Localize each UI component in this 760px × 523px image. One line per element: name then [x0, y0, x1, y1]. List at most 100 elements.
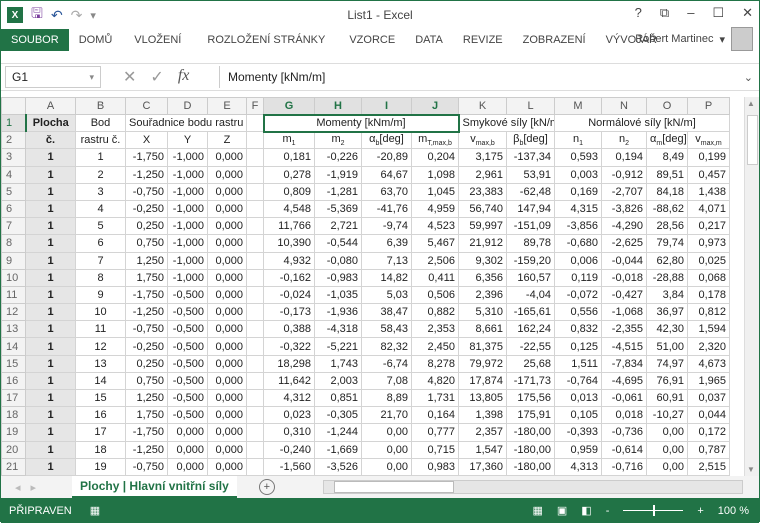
- cell-D9[interactable]: -1,000: [167, 251, 208, 270]
- cell-K10[interactable]: 6,356: [458, 268, 507, 287]
- cell-E6[interactable]: 0,000: [207, 199, 247, 219]
- cell-J5[interactable]: 1,045: [411, 182, 459, 201]
- cell-F4[interactable]: [246, 165, 264, 184]
- cell-G15[interactable]: 18,298: [263, 354, 315, 373]
- row-header-11[interactable]: 11: [1, 285, 26, 305]
- cell-E7[interactable]: 0,000: [207, 217, 247, 236]
- cell-F6[interactable]: [246, 199, 264, 219]
- cell-O10[interactable]: -28,88: [646, 268, 688, 287]
- column-header-D[interactable]: D: [167, 97, 208, 115]
- subheader-J[interactable]: mT,max,b: [411, 131, 459, 150]
- cell-N5[interactable]: -2,707: [601, 182, 647, 201]
- cell-E17[interactable]: 0,000: [207, 388, 247, 408]
- redo-icon[interactable]: ↷: [71, 7, 83, 24]
- row-header-1[interactable]: 1: [1, 113, 27, 133]
- cell-D14[interactable]: -0,500: [167, 337, 208, 356]
- cell-N21[interactable]: -0,716: [601, 457, 647, 476]
- cell-A16[interactable]: 1: [25, 371, 76, 391]
- subheader-I[interactable]: αb[deg]: [361, 131, 412, 150]
- cell-N18[interactable]: 0,018: [601, 406, 647, 425]
- column-header-N[interactable]: N: [601, 97, 647, 115]
- cell-J8[interactable]: 5,467: [411, 234, 459, 253]
- cell-N11[interactable]: -0,427: [601, 285, 647, 305]
- cell-C3[interactable]: -1,750: [125, 148, 168, 167]
- cell-M20[interactable]: 0,959: [554, 440, 602, 459]
- cell-P14[interactable]: 2,320: [687, 337, 730, 356]
- cell-P4[interactable]: 0,457: [687, 165, 730, 184]
- cell-I20[interactable]: 0,00: [361, 440, 412, 459]
- cell-P15[interactable]: 4,673: [687, 354, 730, 373]
- cell-A12[interactable]: 1: [25, 303, 76, 322]
- cell-M10[interactable]: 0,119: [554, 268, 602, 287]
- cell-N4[interactable]: -0,912: [601, 165, 647, 184]
- cell-B6[interactable]: 4: [75, 199, 126, 219]
- cell-M8[interactable]: -0,680: [554, 234, 602, 253]
- cell-M7[interactable]: -3,856: [554, 217, 602, 236]
- scroll-up-icon[interactable]: ▲: [747, 99, 755, 108]
- close-button[interactable]: ✕: [742, 5, 753, 21]
- row-header-10[interactable]: 10: [1, 268, 26, 287]
- cell-N19[interactable]: -0,736: [601, 423, 647, 442]
- cell-L5[interactable]: -62,48: [506, 182, 555, 201]
- cell-J10[interactable]: 0,411: [411, 268, 459, 287]
- cell-G7[interactable]: 11,766: [263, 217, 315, 236]
- cell-B20[interactable]: 18: [75, 440, 126, 459]
- cell-L7[interactable]: -151,09: [506, 217, 555, 236]
- cell-L16[interactable]: -171,73: [506, 371, 555, 391]
- sheet-nav-arrows-icon[interactable]: ◂▸: [15, 481, 46, 494]
- cell-L17[interactable]: 175,56: [506, 388, 555, 408]
- cell-N16[interactable]: -4,695: [601, 371, 647, 391]
- cell-K19[interactable]: 2,357: [458, 423, 507, 442]
- cell-O17[interactable]: 60,91: [646, 388, 688, 408]
- cell-H9[interactable]: -0,080: [314, 251, 362, 270]
- zoom-level[interactable]: 100 %: [718, 505, 749, 517]
- subheader-M[interactable]: n1: [554, 131, 602, 150]
- cell-H4[interactable]: -1,919: [314, 165, 362, 184]
- cell-L6[interactable]: 147,94: [506, 199, 555, 219]
- cell-L19[interactable]: -180,00: [506, 423, 555, 442]
- cell-C6[interactable]: -0,250: [125, 199, 168, 219]
- cell-I19[interactable]: 0,00: [361, 423, 412, 442]
- row-header-12[interactable]: 12: [1, 303, 26, 322]
- cell-P16[interactable]: 1,965: [687, 371, 730, 391]
- cell-I6[interactable]: -41,76: [361, 199, 412, 219]
- cell-M14[interactable]: 0,125: [554, 337, 602, 356]
- header-cell-M[interactable]: Normálové síly [kN/m]: [554, 113, 730, 133]
- cell-N8[interactable]: -2,625: [601, 234, 647, 253]
- cell-O6[interactable]: -88,62: [646, 199, 688, 219]
- header-cell-G[interactable]: Momenty [kNm/m]: [262, 113, 460, 133]
- subheader-G[interactable]: m1: [263, 131, 315, 150]
- cell-A18[interactable]: 1: [25, 406, 76, 425]
- customize-toolbar-icon[interactable]: ▾: [90, 9, 96, 22]
- cell-I21[interactable]: 0,00: [361, 457, 412, 476]
- cell-F13[interactable]: [246, 320, 264, 339]
- cell-L3[interactable]: -137,34: [506, 148, 555, 167]
- row-header-8[interactable]: 8: [1, 234, 26, 253]
- cell-I17[interactable]: 8,89: [361, 388, 412, 408]
- cell-C16[interactable]: 0,750: [125, 371, 168, 391]
- cancel-icon[interactable]: ✕: [123, 67, 136, 87]
- cell-E11[interactable]: 0,000: [207, 285, 247, 305]
- cell-F10[interactable]: [246, 268, 264, 287]
- subheader-H[interactable]: m2: [314, 131, 362, 150]
- cell-D7[interactable]: -1,000: [167, 217, 208, 236]
- cell-K9[interactable]: 9,302: [458, 251, 507, 270]
- cell-H15[interactable]: 1,743: [314, 354, 362, 373]
- cell-D4[interactable]: -1,000: [167, 165, 208, 184]
- cell-J21[interactable]: 0,983: [411, 457, 459, 476]
- help-button[interactable]: ?: [635, 5, 642, 21]
- cell-L18[interactable]: 175,91: [506, 406, 555, 425]
- cell-G18[interactable]: 0,023: [263, 406, 315, 425]
- cell-L20[interactable]: -180,00: [506, 440, 555, 459]
- cell-L12[interactable]: -165,61: [506, 303, 555, 322]
- cell-M4[interactable]: 0,003: [554, 165, 602, 184]
- cell-A4[interactable]: 1: [25, 165, 76, 184]
- cell-K15[interactable]: 79,972: [458, 354, 507, 373]
- zoom-in-button[interactable]: +: [697, 505, 703, 517]
- cell-I16[interactable]: 7,08: [361, 371, 412, 391]
- cell-A20[interactable]: 1: [25, 440, 76, 459]
- row-header-4[interactable]: 4: [1, 165, 26, 184]
- cell-L13[interactable]: 162,24: [506, 320, 555, 339]
- row-header-2[interactable]: 2: [1, 131, 26, 150]
- cell-H17[interactable]: 0,851: [314, 388, 362, 408]
